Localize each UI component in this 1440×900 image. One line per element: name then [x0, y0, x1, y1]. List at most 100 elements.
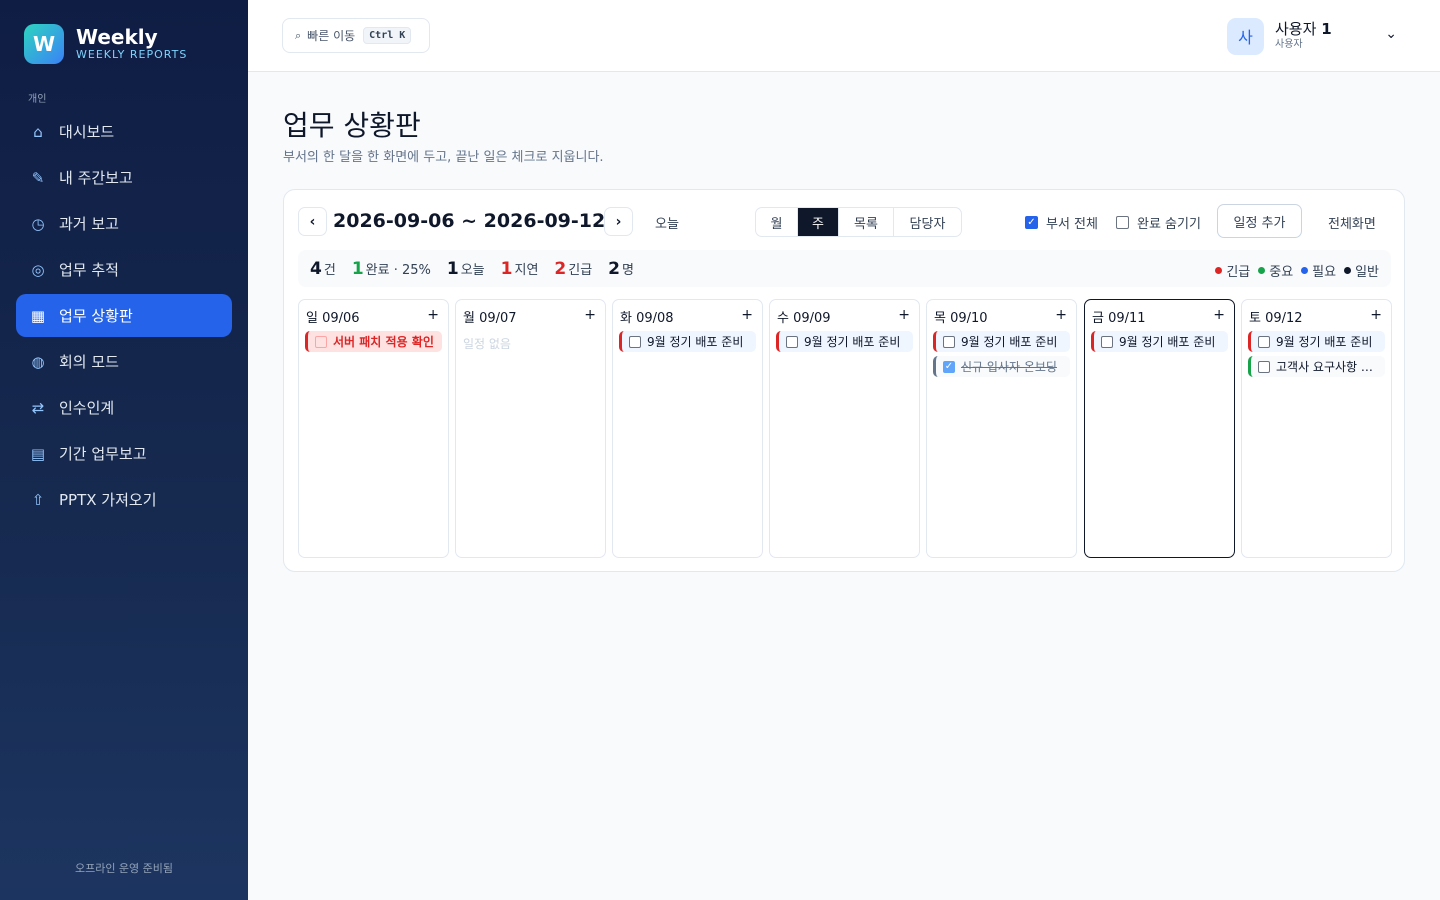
- sidebar-item-2[interactable]: ◷ 과거 보고: [16, 202, 232, 245]
- view-tab-1[interactable]: 주: [798, 208, 839, 236]
- day-column[interactable]: 월 09/07 + 일정 없음: [455, 299, 606, 558]
- add-day-event-button[interactable]: +: [584, 307, 596, 326]
- event-chip[interactable]: 9월 정기 배포 준비: [619, 331, 756, 352]
- sidebar-item-1[interactable]: ✎ 내 주간보고: [16, 156, 232, 199]
- day-title: 수 09/09: [777, 311, 831, 326]
- event-checkbox[interactable]: [629, 335, 641, 348]
- sidebar-item-3[interactable]: ◎ 업무 추적: [16, 248, 232, 291]
- legend-dot: [1344, 267, 1352, 274]
- legend-item: 필요: [1301, 261, 1336, 280]
- sidebar-item-5[interactable]: ◍ 회의 모드: [16, 340, 232, 383]
- stat-today: 1 오늘: [446, 258, 485, 279]
- day-column[interactable]: 일 09/06 + 서버 패치 적용 확인: [298, 299, 449, 558]
- day-header: 금 09/11 +: [1092, 307, 1225, 326]
- day-column[interactable]: 금 09/11 +9월 정기 배포 준비: [1084, 299, 1235, 558]
- checkbox[interactable]: [1116, 216, 1129, 229]
- add-day-event-button[interactable]: +: [1213, 307, 1225, 326]
- sidebar-footer-status: 오프라인 운영 준비됨: [74, 862, 174, 875]
- add-day-event-button[interactable]: +: [898, 307, 910, 326]
- event-chip[interactable]: 서버 패치 적용 확인: [305, 331, 442, 352]
- legend-dot: [1215, 267, 1223, 274]
- day-header: 토 09/12 +: [1249, 307, 1382, 326]
- checkbox[interactable]: ✓: [1025, 216, 1038, 229]
- event-chip[interactable]: ✓ 신규 입사자 온보딩: [933, 356, 1070, 377]
- transfer-icon: ⇄: [31, 398, 45, 417]
- sidebar-item-4[interactable]: ▦ 업무 상황판: [16, 294, 232, 337]
- view-tab-2[interactable]: 목록: [839, 208, 894, 236]
- day-events: 9월 정기 배포 준비: [776, 331, 913, 356]
- day-title: 월 09/07: [463, 311, 517, 326]
- chevron-down-icon[interactable]: ⌄: [1385, 26, 1397, 42]
- day-title: 금 09/11: [1092, 311, 1146, 326]
- next-week-button[interactable]: ›: [604, 207, 633, 236]
- view-tab-3[interactable]: 담당자: [894, 208, 961, 236]
- add-day-event-button[interactable]: +: [427, 307, 439, 326]
- event-checkbox[interactable]: [1258, 335, 1270, 348]
- day-column[interactable]: 목 09/10 + 9월 정기 배포 준비 ✓ 신규 입사자 온보딩: [926, 299, 1077, 558]
- stat-people: 2명: [608, 258, 634, 279]
- avatar: 사: [1227, 17, 1264, 55]
- view-tab-0[interactable]: 월: [756, 208, 798, 236]
- dept-all-toggle[interactable]: ✓ 부서 전체: [1025, 213, 1098, 232]
- day-title: 화 09/08: [620, 311, 674, 326]
- day-events: 9월 정기 배포 준비고객사 요구사항 검토: [1248, 331, 1385, 381]
- topbar: ⌕ 빠른 이동 Ctrl K 사 사용자 1 사용자 ⌄: [248, 0, 1440, 72]
- event-chip[interactable]: 9월 정기 배포 준비: [776, 331, 913, 352]
- day-column[interactable]: 화 09/08 +9월 정기 배포 준비: [612, 299, 763, 558]
- event-chip[interactable]: 9월 정기 배포 준비: [933, 331, 1070, 352]
- sidebar-item-label: 기간 업무보고: [59, 445, 147, 463]
- day-header: 목 09/10 +: [934, 307, 1067, 326]
- sidebar-item-label: 내 주간보고: [59, 169, 133, 187]
- day-header: 일 09/06 +: [306, 307, 439, 326]
- quick-jump-button[interactable]: ⌕ 빠른 이동 Ctrl K: [282, 18, 430, 53]
- add-day-event-button[interactable]: +: [1055, 307, 1067, 326]
- day-events: 일정 없음: [462, 331, 599, 352]
- event-title: 9월 정기 배포 준비: [1119, 335, 1216, 349]
- event-checkbox[interactable]: ✓: [943, 360, 955, 373]
- grid-icon: ▦: [30, 306, 46, 325]
- stats-bar: 4건 1 완료 · 25% 1 오늘 1 지연 2 긴급 2명 긴급 중요 필요 일반: [298, 250, 1391, 287]
- brand-subtitle: WEEKLY REPORTS: [76, 48, 188, 61]
- event-checkbox[interactable]: [315, 335, 327, 348]
- stat-total: 4건: [310, 258, 336, 279]
- sidebar-item-7[interactable]: ▤ 기간 업무보고: [16, 432, 232, 475]
- legend-item: 중요: [1258, 261, 1293, 280]
- document-icon: ▤: [30, 444, 46, 463]
- sidebar-item-8[interactable]: ⇧ PPTX 가져오기: [16, 478, 232, 521]
- today-button[interactable]: 오늘: [655, 213, 679, 232]
- prev-week-button[interactable]: ‹: [298, 207, 327, 236]
- day-events: 9월 정기 배포 준비: [619, 331, 756, 356]
- legend-label: 중요: [1269, 265, 1294, 280]
- add-event-button[interactable]: 일정 추가: [1217, 204, 1302, 238]
- event-checkbox[interactable]: [943, 335, 955, 348]
- brand[interactable]: W Weekly WEEKLY REPORTS: [24, 24, 187, 64]
- event-checkbox[interactable]: [1258, 360, 1270, 373]
- brand-name: Weekly: [76, 25, 158, 49]
- day-header: 화 09/08 +: [620, 307, 753, 326]
- event-chip[interactable]: 고객사 요구사항 검토: [1248, 356, 1385, 377]
- event-chip[interactable]: 9월 정기 배포 준비: [1091, 331, 1228, 352]
- fullscreen-button[interactable]: 전체화면: [1328, 213, 1376, 232]
- sidebar-item-0[interactable]: ⌂ 대시보드: [16, 110, 232, 153]
- sidebar-item-6[interactable]: ⇄ 인수인계: [16, 386, 232, 429]
- sidebar-item-label: 과거 보고: [59, 215, 119, 233]
- hide-done-label: 완료 숨기기: [1137, 217, 1201, 232]
- stat-urgent: 2 긴급: [554, 258, 593, 279]
- event-checkbox[interactable]: [786, 335, 798, 348]
- day-events: 서버 패치 적용 확인: [305, 331, 442, 356]
- event-checkbox[interactable]: [1101, 335, 1113, 348]
- day-column[interactable]: 수 09/09 +9월 정기 배포 준비: [769, 299, 920, 558]
- sidebar-item-label: 대시보드: [59, 123, 115, 141]
- priority-legend: 긴급 중요 필요 일반: [1207, 261, 1379, 280]
- day-column[interactable]: 토 09/12 + 9월 정기 배포 준비고객사 요구사항 검토: [1241, 299, 1392, 558]
- day-events: 9월 정기 배포 준비: [1091, 331, 1228, 356]
- day-title: 일 09/06: [306, 311, 360, 326]
- globe-icon: ◍: [31, 352, 45, 371]
- user-menu[interactable]: 사 사용자 1 사용자 ⌄: [1227, 17, 1397, 55]
- event-chip[interactable]: 9월 정기 배포 준비: [1248, 331, 1385, 352]
- add-day-event-button[interactable]: +: [741, 307, 753, 326]
- add-day-event-button[interactable]: +: [1370, 307, 1382, 326]
- home-icon: ⌂: [33, 122, 43, 141]
- hide-done-toggle[interactable]: 완료 숨기기: [1116, 213, 1201, 232]
- sidebar-item-label: 업무 상황판: [59, 307, 133, 325]
